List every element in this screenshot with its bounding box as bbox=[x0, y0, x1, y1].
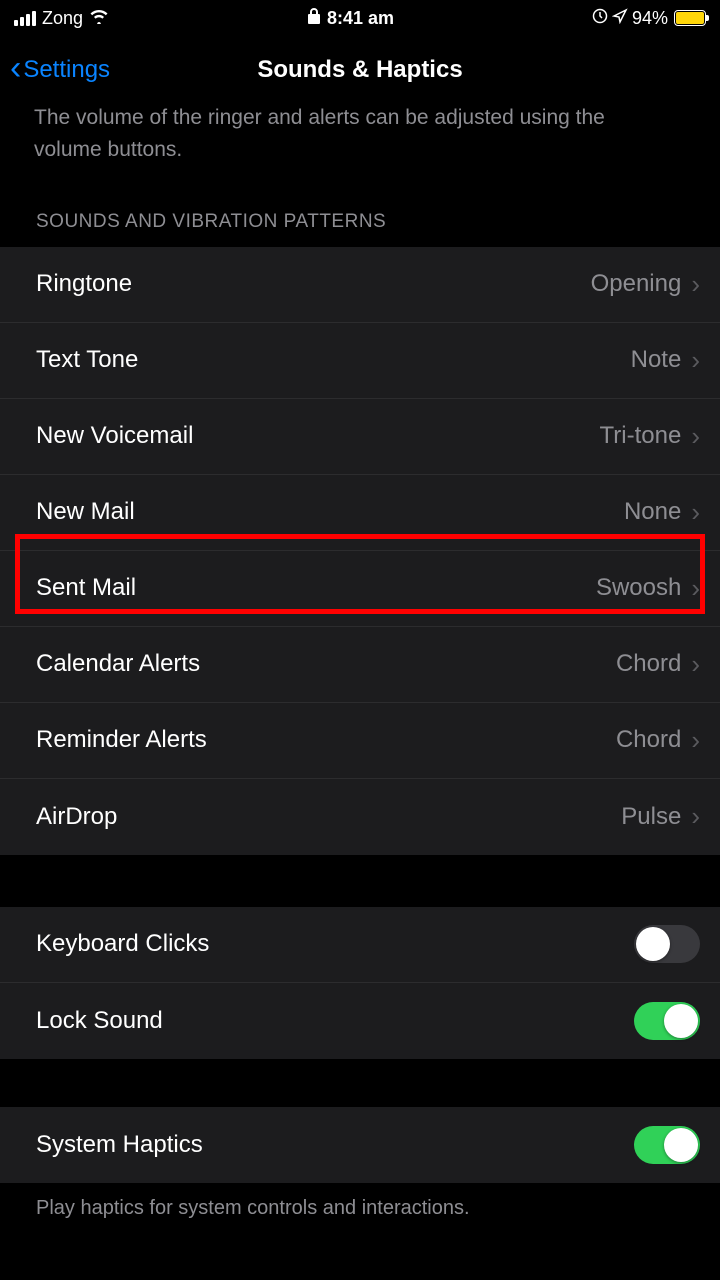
row-value: Chord bbox=[616, 650, 681, 678]
rotation-lock-icon bbox=[592, 8, 608, 29]
row-calendar-alerts[interactable]: Calendar Alerts Chord › bbox=[0, 627, 720, 703]
toggle-keyboard-clicks[interactable] bbox=[634, 925, 700, 963]
row-label: Calendar Alerts bbox=[36, 650, 200, 678]
chevron-right-icon: › bbox=[691, 497, 700, 528]
row-system-haptics: System Haptics bbox=[0, 1107, 720, 1183]
time-label: 8:41 am bbox=[327, 8, 394, 29]
toggle-lock-sound[interactable] bbox=[634, 1002, 700, 1040]
row-value: Swoosh bbox=[596, 574, 681, 602]
chevron-right-icon: › bbox=[691, 269, 700, 300]
row-text-tone[interactable]: Text Tone Note › bbox=[0, 323, 720, 399]
row-value: None bbox=[624, 498, 681, 526]
status-right: 94% bbox=[592, 8, 706, 29]
row-label: Ringtone bbox=[36, 270, 132, 298]
status-center: 8:41 am bbox=[307, 7, 394, 30]
row-ringtone[interactable]: Ringtone Opening › bbox=[0, 247, 720, 323]
page-title: Sounds & Haptics bbox=[257, 56, 462, 84]
footer-description: Play haptics for system controls and int… bbox=[0, 1183, 720, 1234]
chevron-right-icon: › bbox=[691, 421, 700, 452]
back-button[interactable]: ‹ Settings bbox=[10, 55, 110, 85]
row-value: Tri-tone bbox=[600, 422, 682, 450]
chevron-right-icon: › bbox=[691, 801, 700, 832]
toggles-list-1: Keyboard Clicks Lock Sound bbox=[0, 907, 720, 1059]
carrier-label: Zong bbox=[42, 8, 83, 29]
row-label: Keyboard Clicks bbox=[36, 930, 209, 958]
location-icon bbox=[612, 8, 628, 29]
row-value: Opening bbox=[591, 270, 682, 298]
chevron-right-icon: › bbox=[691, 345, 700, 376]
row-value: Pulse bbox=[621, 803, 681, 831]
row-label: Sent Mail bbox=[36, 574, 136, 602]
chevron-right-icon: › bbox=[691, 649, 700, 680]
chevron-right-icon: › bbox=[691, 573, 700, 604]
chevron-left-icon: ‹ bbox=[10, 51, 21, 85]
row-new-voicemail[interactable]: New Voicemail Tri-tone › bbox=[0, 399, 720, 475]
row-sent-mail[interactable]: Sent Mail Swoosh › bbox=[0, 551, 720, 627]
row-label: Lock Sound bbox=[36, 1007, 163, 1035]
row-label: New Voicemail bbox=[36, 422, 193, 450]
row-label: New Mail bbox=[36, 498, 135, 526]
row-value: Chord bbox=[616, 726, 681, 754]
row-label: Text Tone bbox=[36, 346, 138, 374]
status-left: Zong bbox=[14, 8, 109, 29]
row-label: AirDrop bbox=[36, 803, 117, 831]
row-keyboard-clicks: Keyboard Clicks bbox=[0, 907, 720, 983]
wifi-icon bbox=[89, 8, 109, 29]
row-reminder-alerts[interactable]: Reminder Alerts Chord › bbox=[0, 703, 720, 779]
chevron-right-icon: › bbox=[691, 725, 700, 756]
description-line2: volume buttons. bbox=[0, 136, 720, 180]
row-label: System Haptics bbox=[36, 1131, 203, 1159]
battery-icon bbox=[674, 10, 706, 26]
description-line1: The volume of the ringer and alerts can … bbox=[0, 104, 720, 136]
status-bar: Zong 8:41 am 94% bbox=[0, 0, 720, 36]
row-new-mail[interactable]: New Mail None › bbox=[0, 475, 720, 551]
lock-icon bbox=[307, 7, 321, 30]
nav-header: ‹ Settings Sounds & Haptics bbox=[0, 36, 720, 104]
row-label: Reminder Alerts bbox=[36, 726, 207, 754]
row-airdrop[interactable]: AirDrop Pulse › bbox=[0, 779, 720, 855]
section-header-sounds: SOUNDS AND VIBRATION PATTERNS bbox=[0, 181, 720, 247]
row-lock-sound: Lock Sound bbox=[0, 983, 720, 1059]
section-gap bbox=[0, 855, 720, 907]
toggles-list-2: System Haptics bbox=[0, 1107, 720, 1183]
battery-pct-label: 94% bbox=[632, 8, 668, 29]
signal-icon bbox=[14, 11, 36, 26]
section-gap bbox=[0, 1059, 720, 1107]
sounds-list: Ringtone Opening › Text Tone Note › New … bbox=[0, 247, 720, 855]
back-label: Settings bbox=[23, 56, 110, 84]
toggle-system-haptics[interactable] bbox=[634, 1126, 700, 1164]
row-value: Note bbox=[631, 346, 682, 374]
